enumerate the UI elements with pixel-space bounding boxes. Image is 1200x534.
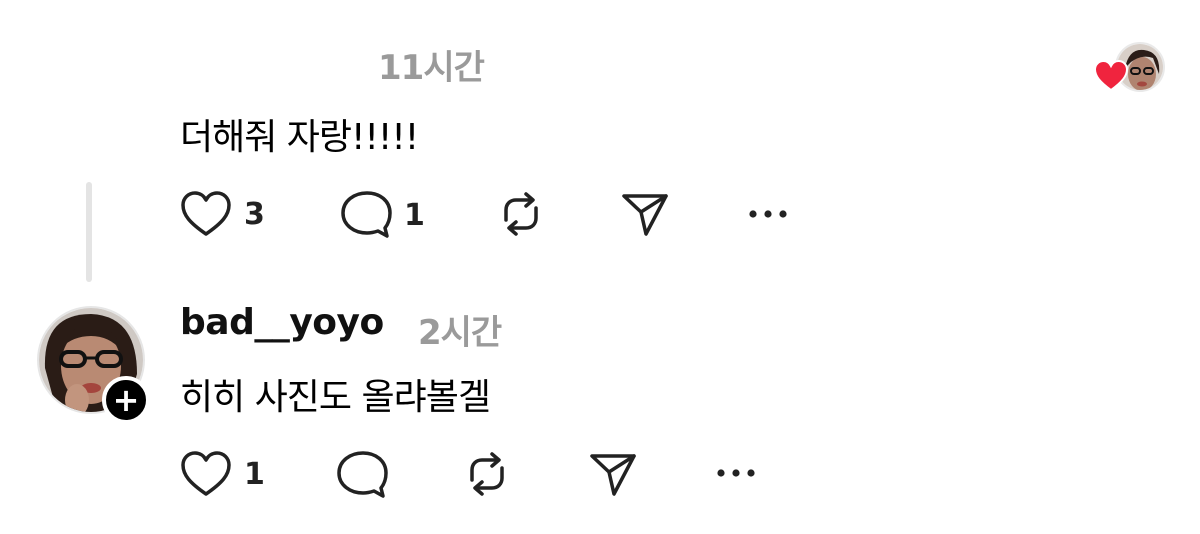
heart-icon — [180, 190, 232, 238]
post-text: 히히 사진도 올랴볼겔 — [180, 377, 491, 418]
username[interactable]: bad__yoyo — [180, 302, 384, 343]
repost-button[interactable] — [496, 190, 546, 238]
reply-button[interactable]: 1 — [340, 190, 425, 240]
like-count: 3 — [244, 196, 265, 232]
thread-connector-line — [86, 182, 92, 282]
more-button[interactable] — [716, 463, 756, 483]
post-text: 더해줘 자랑!!!!! — [180, 117, 419, 158]
ellipsis-icon — [748, 204, 788, 224]
ellipsis-icon — [716, 463, 756, 483]
like-button[interactable]: 1 — [180, 450, 265, 498]
post-timestamp: 2시간 — [418, 313, 502, 353]
speech-bubble-icon — [336, 450, 388, 500]
speech-bubble-icon — [340, 190, 392, 240]
paper-plane-icon — [620, 190, 670, 238]
plus-icon: + — [112, 381, 140, 419]
repost-icon — [496, 190, 546, 238]
repost-icon — [462, 450, 512, 498]
like-count: 1 — [244, 456, 265, 492]
share-button[interactable] — [588, 450, 638, 498]
reply-count: 1 — [404, 197, 425, 233]
paper-plane-icon — [588, 450, 638, 498]
reply-button[interactable] — [336, 450, 388, 500]
like-button[interactable]: 3 — [180, 190, 265, 238]
repost-button[interactable] — [462, 450, 512, 498]
post-timestamp: 11시간 — [378, 48, 485, 88]
red-heart-icon — [1093, 59, 1129, 92]
share-button[interactable] — [620, 190, 670, 238]
follow-button[interactable]: + — [102, 376, 150, 424]
more-button[interactable] — [748, 204, 788, 224]
heart-icon — [180, 450, 232, 498]
